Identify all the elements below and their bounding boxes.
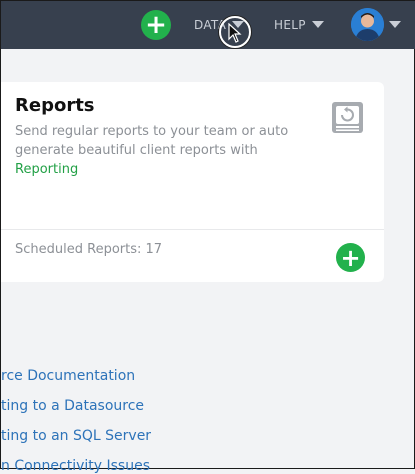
nav-help-menu[interactable]: HELP: [274, 18, 306, 32]
card-divider: [1, 229, 384, 230]
report-icon[interactable]: [332, 102, 363, 133]
avatar-image: [351, 8, 384, 41]
user-avatar[interactable]: [351, 8, 384, 41]
plus-icon: +: [340, 243, 361, 272]
doc-link-connecting-datasource[interactable]: ting to a Datasource: [1, 398, 144, 414]
scheduled-reports-count: Scheduled Reports: 17: [15, 242, 163, 257]
reporting-link[interactable]: Reporting: [15, 160, 315, 179]
card-description-text: Send regular reports to your team or aut…: [15, 124, 289, 158]
add-report-button[interactable]: +: [336, 243, 365, 272]
card-description: Send regular reports to your team or aut…: [15, 122, 315, 179]
doc-link-datasource-documentation[interactable]: rce Documentation: [1, 368, 135, 384]
top-navigation-bar: + DATA HELP: [1, 1, 415, 49]
add-button[interactable]: +: [141, 10, 171, 40]
chevron-down-icon[interactable]: [389, 21, 401, 28]
chevron-down-icon[interactable]: [312, 21, 324, 28]
card-title: Reports: [15, 95, 95, 116]
doc-link-connectivity-issues[interactable]: n Connectivity Issues: [1, 458, 150, 474]
doc-link-connecting-sql-server[interactable]: ting to an SQL Server: [1, 428, 151, 444]
plus-icon: +: [145, 10, 167, 40]
mouse-pointer-icon: [228, 23, 242, 43]
reports-card: Reports Send regular reports to your tea…: [1, 82, 384, 282]
